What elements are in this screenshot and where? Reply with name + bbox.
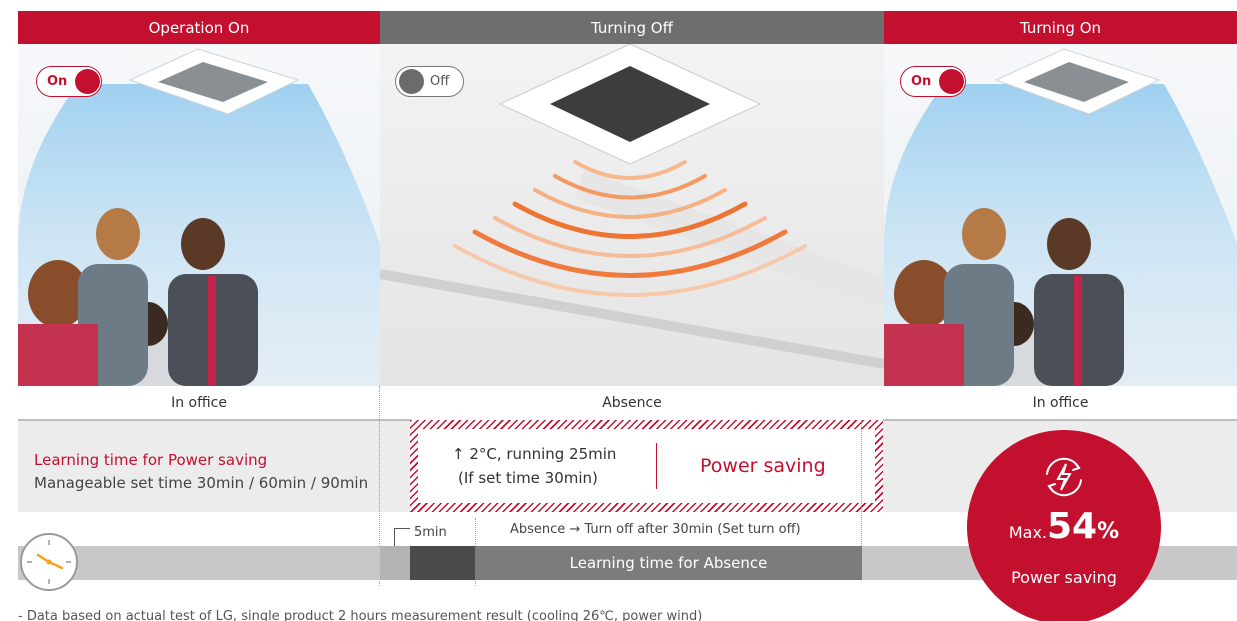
location-in-office-right-label: In office (1032, 394, 1089, 411)
header-operation-on: Operation On (18, 11, 380, 44)
timeline-transition (380, 546, 410, 580)
guide-line-right (861, 420, 862, 550)
toggle-on-right[interactable]: On (900, 66, 966, 97)
header-operation-on-label: Operation On (148, 18, 250, 37)
toggle-off-middle[interactable]: Off (395, 66, 464, 97)
toggle-on-left-label: On (47, 74, 68, 89)
learning-title: Learning time for Power saving (34, 451, 268, 469)
max-power-saving-badge: Max.54% Power saving (967, 430, 1161, 621)
header-turning-on: Turning On (884, 11, 1237, 44)
timeline-learning-absence-label: Learning time for Absence (569, 554, 768, 572)
toggle-on-left[interactable]: On (36, 66, 102, 97)
toggle-off-middle-label: Off (430, 74, 450, 89)
toggle-knob-icon (939, 69, 965, 94)
timeline-learning-absence: Learning time for Absence (475, 546, 862, 580)
toggle-knob-icon (75, 69, 101, 94)
badge-caption: Power saving (1011, 568, 1117, 587)
toggle-on-right-label: On (911, 74, 932, 89)
clock-icon (20, 533, 78, 591)
footnote: - Data based on actual test of LG, singl… (18, 609, 703, 621)
absence-divider (656, 443, 657, 489)
learning-subtitle: Manageable set time 30min / 60min / 90mi… (34, 474, 369, 492)
absence-turn-off-note: Absence → Turn off after 30min (Set turn… (510, 522, 801, 537)
five-min-label: 5min (414, 525, 447, 540)
timeline-five-min (410, 546, 475, 580)
scene-absence (380, 44, 884, 386)
learning-band: Learning time for Power saving Manageabl… (18, 421, 410, 512)
power-saving-icon (1046, 457, 1082, 497)
percent-unit: % (1097, 519, 1120, 544)
absence-set-time-note: (If set time 30min) (458, 469, 598, 487)
percent-value: 54 (1047, 506, 1098, 547)
location-in-office-left-label: In office (171, 394, 227, 411)
location-absence-label: Absence (602, 394, 662, 411)
header-turning-off: Turning Off (380, 11, 884, 44)
header-turning-off-label: Turning Off (591, 18, 673, 37)
absence-temp-note: ↑ 2°C, running 25min (452, 445, 617, 463)
toggle-knob-icon (399, 69, 424, 94)
max-label: Max. (1008, 523, 1047, 542)
location-in-office-left: In office (18, 386, 380, 419)
header-turning-on-label: Turning On (1019, 18, 1102, 37)
max-power-saving-value: Max.54% (967, 506, 1161, 547)
location-absence: Absence (380, 386, 884, 419)
absence-power-saving-box: ↑ 2°C, running 25min (If set time 30min)… (410, 420, 883, 512)
absence-power-saving-label: Power saving (700, 455, 826, 477)
location-in-office-right: In office (884, 386, 1237, 419)
